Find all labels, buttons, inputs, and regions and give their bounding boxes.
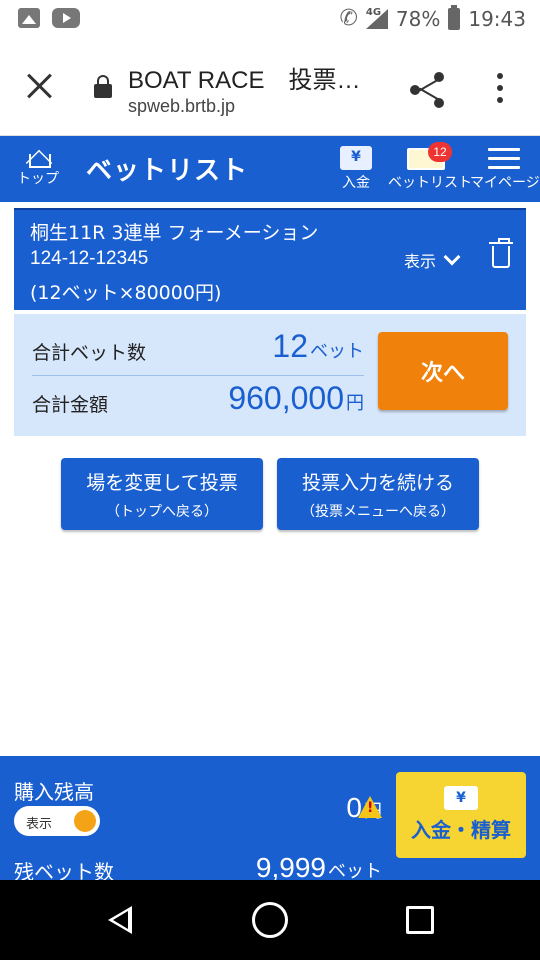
nav-deposit-button[interactable]: ¥ 入金 bbox=[336, 144, 376, 192]
show-details-toggle[interactable]: 表示 bbox=[404, 248, 461, 272]
continue-voting-label: 投票入力を続ける bbox=[301, 472, 454, 494]
total-bet-count-value: 12 ベット bbox=[272, 328, 364, 365]
continue-voting-sublabel: （投票メニューへ戻る） bbox=[301, 504, 455, 520]
deposit-settle-button[interactable]: ¥ 入金・精算 bbox=[396, 772, 526, 858]
total-bet-count-row: 合計ベット数 12 ベット bbox=[32, 324, 364, 376]
home-icon bbox=[25, 144, 51, 168]
show-details-label: 表示 bbox=[404, 252, 437, 271]
change-venue-label: 場を変更して投票 bbox=[86, 472, 238, 494]
more-options-icon[interactable] bbox=[497, 73, 505, 103]
status-bar: ✆ 4G 78% 19:43 bbox=[0, 0, 540, 40]
nav-deposit-label: 入金 bbox=[342, 175, 370, 191]
system-navigation-bar bbox=[0, 880, 540, 960]
hamburger-menu-icon bbox=[488, 148, 520, 170]
deposit-ticket-icon: ¥ bbox=[340, 146, 372, 170]
remaining-bets-number: 9,999 bbox=[255, 852, 326, 880]
browser-page-title: BOAT RACE 投票… bbox=[128, 67, 361, 94]
remaining-bets-label: 残ベット数 bbox=[14, 860, 114, 880]
browser-url: spweb.brtb.jp bbox=[128, 96, 236, 116]
browser-toolbar: BOAT RACE 投票… spweb.brtb.jp bbox=[0, 40, 540, 136]
continue-voting-button[interactable]: 投票入力を続ける （投票メニューへ戻る） bbox=[277, 458, 479, 530]
signal-icon: 4G bbox=[365, 6, 388, 29]
share-icon[interactable] bbox=[410, 72, 446, 108]
betlist-count-badge: 12 bbox=[428, 142, 452, 162]
total-bet-count-unit: ベット bbox=[310, 341, 364, 362]
recent-apps-icon[interactable] bbox=[406, 906, 434, 934]
bet-race-type: 桐生11R 3連単 フォーメーション bbox=[30, 222, 319, 244]
remaining-bets-value: 9,999 ベット bbox=[256, 852, 382, 880]
total-bet-count-label: 合計ベット数 bbox=[32, 342, 147, 364]
balance-visibility-toggle[interactable]: 表示 bbox=[14, 806, 100, 836]
total-amount-number: 960,000 bbox=[228, 380, 344, 416]
nav-mypage-label: マイページ bbox=[470, 175, 540, 191]
total-amount-label: 合計金額 bbox=[32, 394, 109, 416]
warning-icon bbox=[358, 796, 382, 818]
change-venue-button[interactable]: 場を変更して投票 （トップへ戻る） bbox=[61, 458, 263, 530]
app-header: トップ ベットリスト ¥ 入金 12 ベットリスト マイページ bbox=[0, 136, 540, 202]
next-button[interactable]: 次へ bbox=[378, 332, 508, 410]
nav-betlist-button[interactable]: 12 ベットリスト bbox=[388, 142, 472, 192]
network-type: 4G bbox=[365, 6, 382, 18]
nav-top-button[interactable]: トップ bbox=[14, 144, 62, 188]
deposit-settle-label: 入金・精算 bbox=[411, 818, 511, 842]
nav-mypage-button[interactable]: マイページ bbox=[470, 144, 540, 192]
trash-icon[interactable] bbox=[489, 238, 513, 268]
battery-icon bbox=[448, 4, 461, 30]
total-bet-count-number: 12 bbox=[272, 328, 308, 364]
battery-percent: 78% bbox=[395, 6, 441, 31]
balance-toggle-label: 表示 bbox=[26, 817, 53, 832]
total-amount-value: 960,000 円 bbox=[228, 380, 364, 417]
status-indicators: ✆ 4G 78% 19:43 bbox=[339, 4, 526, 31]
remaining-bets-unit: ベット bbox=[328, 861, 382, 880]
youtube-notification-icon bbox=[52, 8, 80, 28]
chevron-down-icon bbox=[443, 248, 461, 266]
balance-panel: 購入残高 表示 0円 ¥ 入金・精算 残ベット数 9,999ベット bbox=[0, 756, 540, 880]
bet-combination: 124-12-12345 bbox=[30, 248, 149, 269]
total-amount-row: 合計金額 960,000 円 bbox=[32, 376, 364, 428]
home-circle-icon[interactable] bbox=[252, 902, 288, 938]
notification-icons bbox=[18, 8, 80, 28]
bet-item-card: 桐生11R 3連単 フォーメーション 124-12-12345 (12ベット×8… bbox=[14, 208, 526, 310]
image-notification-icon bbox=[18, 8, 40, 28]
wifi-calling-icon: ✆ bbox=[339, 6, 358, 31]
total-amount-unit: 円 bbox=[346, 393, 364, 414]
bet-amount-detail: (12ベット×80000円) bbox=[30, 282, 222, 304]
lock-icon bbox=[94, 75, 112, 98]
purchase-balance-label: 購入残高 bbox=[14, 780, 94, 804]
back-icon[interactable] bbox=[108, 906, 132, 934]
toggle-knob bbox=[74, 810, 96, 832]
deposit-ticket-icon: ¥ bbox=[444, 786, 478, 810]
change-venue-sublabel: （トップへ戻る） bbox=[106, 504, 218, 520]
page-title: ベットリスト bbox=[86, 156, 249, 186]
bet-summary: 合計ベット数 12 ベット 合計金額 960,000 円 次へ bbox=[14, 314, 526, 436]
close-icon[interactable] bbox=[24, 70, 56, 102]
nav-betlist-label: ベットリスト bbox=[388, 175, 472, 191]
clock: 19:43 bbox=[468, 6, 526, 31]
